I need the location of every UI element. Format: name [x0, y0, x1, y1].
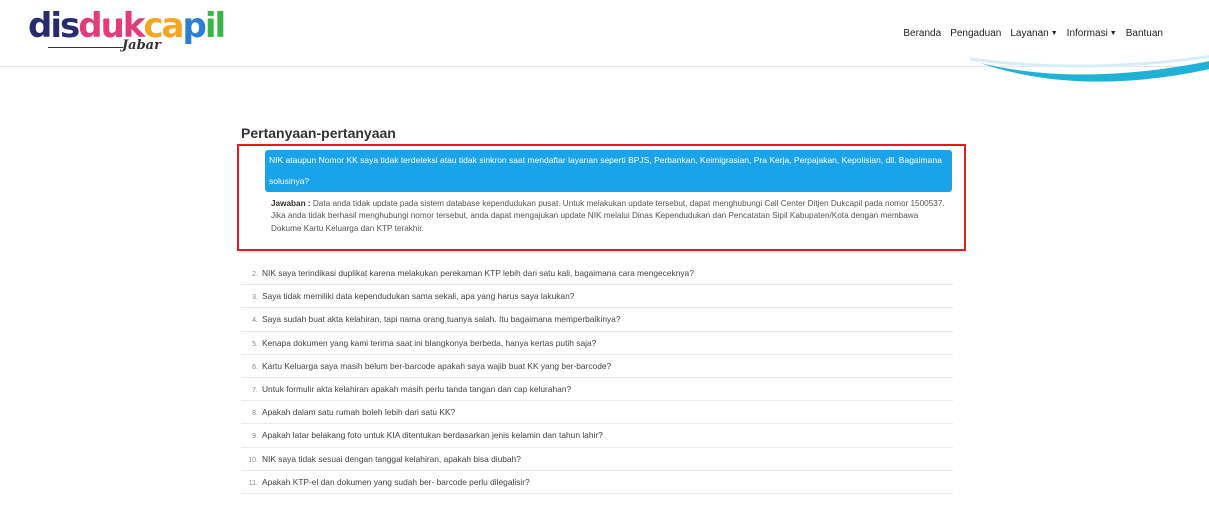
brand-logo[interactable]: disdukcapil Jabar [28, 8, 226, 58]
faq-item[interactable]: 9. Apakah latar belakang foto untuk KIA d… [241, 424, 953, 448]
nav-item-beranda[interactable]: Beranda [903, 28, 941, 39]
faq-answer: Jawaban : Data anda tidak update pada si… [271, 198, 951, 235]
header-wave-decoration [970, 55, 1209, 82]
faq-item[interactable]: 3. Saya tidak memiliki data kependudukan … [241, 285, 953, 309]
faq-number: 1. [256, 157, 262, 164]
faq-section: Pertanyaan-pertanyaan 1. NIK ataupun Nom… [237, 124, 966, 494]
faq-number: 6. [252, 363, 258, 371]
chevron-down-icon: ▼ [1050, 30, 1058, 37]
logo-subtitle: Jabar [122, 38, 161, 53]
faq-number: 8. [252, 410, 258, 418]
nav-item-bantuan[interactable]: Bantuan [1126, 28, 1163, 39]
faq-question: Saya tidak memiliki data kependudukan sa… [262, 291, 575, 302]
nav-item-layanan[interactable]: Layanan ▼ [1010, 28, 1057, 39]
faq-item[interactable]: 4. Saya sudah buat akta kelahiran, tapi n… [241, 308, 953, 332]
nav-item-label: Informasi [1066, 28, 1108, 39]
faq-title: Pertanyaan-pertanyaan [241, 125, 396, 141]
faq-item[interactable]: 8. Apakah dalam satu rumah boleh lebih da… [241, 401, 953, 425]
chevron-down-icon: ▼ [1109, 30, 1117, 37]
faq-question: Apakah latar belakang foto untuk KIA dit… [262, 430, 603, 441]
nav-item-informasi[interactable]: Informasi ▼ [1067, 28, 1117, 39]
faq-number: 5. [252, 340, 258, 348]
faq-question: NIK saya tidak sesuai dengan tanggal kel… [262, 453, 521, 464]
faq-question: NIK ataupun Nomor KK saya tidak terdetek… [269, 155, 942, 186]
faq-list: 2. NIK saya terindikasi duplikat karena m… [241, 262, 953, 494]
faq-number: 9. [252, 433, 258, 441]
faq-item[interactable]: 11. Apakah KTP-el dan dokumen yang sudah … [241, 471, 953, 494]
nav-item-label: Bantuan [1125, 28, 1163, 39]
faq-number: 10. [248, 456, 258, 464]
logo-underline [48, 47, 123, 48]
answer-text: Data anda tidak update pada sistem datab… [271, 199, 945, 233]
faq-question: Kartu Keluarga saya masih belum ber-barc… [262, 360, 612, 371]
faq-number: 4. [252, 317, 258, 325]
faq-item[interactable]: 10. NIK saya tidak sesuai dengan tanggal … [241, 448, 953, 471]
faq-item[interactable]: 5. Kenapa dokumen yang kami terima saat i… [241, 332, 953, 355]
faq-question: Untuk formulir akta kelahiran apakah mas… [262, 383, 572, 394]
faq-number: 2. [252, 271, 258, 278]
faq-item[interactable]: 6. Kartu Keluarga saya masih belum ber-ba… [241, 355, 953, 378]
faq-number: 11. [248, 479, 258, 487]
faq-question: Apakah dalam satu rumah boleh lebih dari… [262, 407, 456, 418]
faq-item-active[interactable]: 1. NIK ataupun Nomor KK saya tidak terde… [256, 150, 952, 192]
faq-item[interactable]: 7. Untuk formulir akta kelahiran apakah m… [241, 378, 953, 402]
answer-label: Jawaban : [271, 199, 311, 208]
nav-item-pengaduan[interactable]: Pengaduan [950, 28, 1001, 39]
nav-item-label: Layanan [1010, 28, 1049, 39]
faq-number: 3. [252, 294, 258, 302]
faq-question: NIK saya terindikasi duplikat karena mel… [262, 268, 694, 278]
faq-question: Kenapa dokumen yang kami terima saat ini… [262, 337, 597, 348]
nav-item-label: Beranda [903, 28, 942, 39]
faq-number: 7. [252, 386, 258, 394]
faq-question: Saya sudah buat akta kelahiran, tapi nam… [262, 314, 621, 325]
faq-item[interactable]: 2. NIK saya terindikasi duplikat karena m… [241, 262, 953, 286]
main-nav: Beranda Pengaduan Layanan ▼ Informasi ▼ Bantua… [894, 28, 1163, 39]
nav-item-label: Pengaduan [950, 28, 1002, 39]
faq-question: Apakah KTP-el dan dokumen yang sudah ber… [262, 476, 530, 487]
